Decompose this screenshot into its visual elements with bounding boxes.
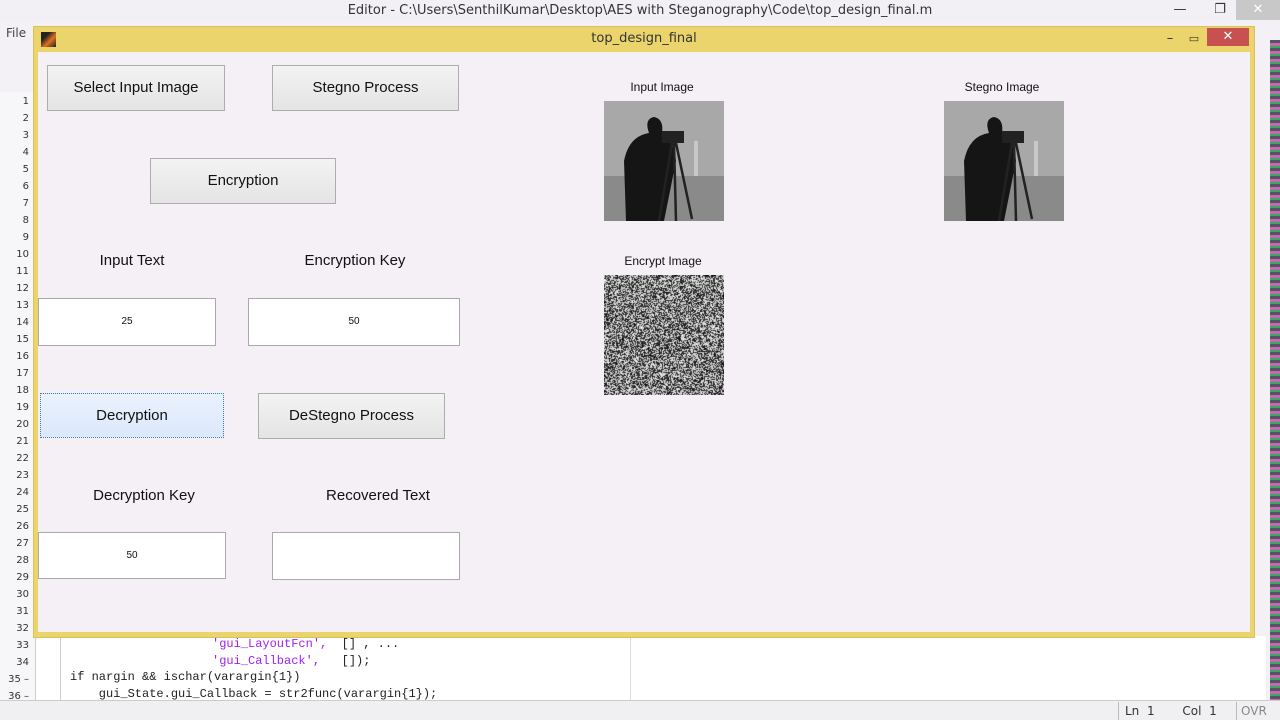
input-image bbox=[604, 101, 724, 221]
decryption-button[interactable]: Decryption bbox=[40, 393, 224, 438]
line-number: 34 bbox=[16, 657, 29, 668]
line-number: 17 bbox=[16, 368, 29, 379]
code-string: 'gui_LayoutFcn', bbox=[212, 637, 327, 651]
line-number: 19 bbox=[16, 402, 29, 413]
line-number: 2 bbox=[23, 113, 29, 124]
matlab-icon bbox=[41, 32, 56, 47]
encryption-key-field[interactable]: 50 bbox=[248, 298, 460, 346]
input-image-label: Input Image bbox=[582, 80, 742, 94]
code-line-35: if nargin && ischar(varargin{1}) bbox=[70, 670, 300, 684]
editor-title-bar: Editor - C:\Users\SenthilKumar\Desktop\A… bbox=[0, 0, 1280, 22]
ln-value: 1 bbox=[1147, 704, 1155, 718]
line-number: 7 bbox=[23, 198, 29, 209]
encrypt-image-label: Encrypt Image bbox=[583, 254, 743, 268]
line-number: 24 bbox=[16, 487, 29, 498]
line-number: 27 bbox=[16, 538, 29, 549]
line-number: 18 bbox=[16, 385, 29, 396]
figure-title-bar: top_design_final – ▭ ✕ bbox=[34, 27, 1254, 51]
line-number: 1 bbox=[23, 96, 29, 107]
stegno-image-label: Stegno Image bbox=[922, 80, 1082, 94]
stegno-process-button[interactable]: Stegno Process bbox=[272, 65, 459, 111]
code-text: [] , ... bbox=[327, 637, 399, 651]
select-input-image-button[interactable]: Select Input Image bbox=[47, 65, 225, 111]
input-text-label: Input Text bbox=[32, 252, 232, 269]
line-number: 5 bbox=[23, 164, 29, 175]
line-number: 16 bbox=[16, 351, 29, 362]
ovr-indicator: OVR bbox=[1236, 702, 1267, 720]
figure-window: top_design_final – ▭ ✕ Select Input Imag… bbox=[33, 26, 1255, 638]
encrypt-image bbox=[604, 275, 724, 395]
background-strip bbox=[1270, 40, 1280, 700]
line-number: 22 bbox=[16, 453, 29, 464]
line-number: 20 bbox=[16, 419, 29, 430]
figure-title: top_design_final bbox=[591, 31, 696, 46]
line-number: 23 bbox=[16, 470, 29, 481]
ln-label: Ln bbox=[1125, 704, 1139, 718]
code-text: []); bbox=[320, 654, 370, 668]
menu-file[interactable]: File bbox=[0, 22, 36, 44]
minimize-button[interactable]: — bbox=[1160, 0, 1200, 20]
line-number: 14 bbox=[16, 317, 29, 328]
recovered-text-field[interactable] bbox=[272, 532, 460, 580]
line-number: 30 bbox=[16, 589, 29, 600]
line-number: 35 – bbox=[8, 674, 29, 685]
line-number: 26 bbox=[16, 521, 29, 532]
line-number: 15 bbox=[16, 334, 29, 345]
figure-content: Select Input Image Stegno Process Encryp… bbox=[38, 52, 1250, 632]
figure-minimize-button[interactable]: – bbox=[1160, 27, 1180, 51]
line-number: 3 bbox=[23, 130, 29, 141]
line-number: 9 bbox=[23, 232, 29, 243]
line-number: 11 bbox=[16, 266, 29, 277]
line-number: 10 bbox=[16, 249, 29, 260]
encryption-button[interactable]: Encryption bbox=[150, 158, 336, 204]
recovered-text-label: Recovered Text bbox=[278, 487, 478, 504]
decryption-key-label: Decryption Key bbox=[44, 487, 244, 504]
line-number: 29 bbox=[16, 572, 29, 583]
line-number: 13 bbox=[16, 300, 29, 311]
line-number: 4 bbox=[23, 147, 29, 158]
line-number: 25 bbox=[16, 504, 29, 515]
line-number: 12 bbox=[16, 283, 29, 294]
decryption-key-field[interactable]: 50 bbox=[38, 532, 226, 579]
line-number: 28 bbox=[16, 555, 29, 566]
line-number: 21 bbox=[16, 436, 29, 447]
col-value: 1 bbox=[1209, 704, 1217, 718]
col-label: Col bbox=[1182, 704, 1201, 718]
destegno-process-button[interactable]: DeStegno Process bbox=[258, 393, 445, 439]
line-number: 31 bbox=[16, 606, 29, 617]
status-bar: Ln 1 Col 1 OVR bbox=[0, 700, 1280, 720]
code-string: 'gui_Callback', bbox=[212, 654, 320, 668]
stegno-image bbox=[944, 101, 1064, 221]
code-area[interactable]: 'gui_LayoutFcn', [] , ... 'gui_Callback'… bbox=[36, 636, 1266, 700]
line-number-gutter: 1 2 3 4 5 6 7 8 9 10 11 12 13 14 15 16 17 18 19 20 21 22 23 24 2… bbox=[0, 92, 36, 700]
encryption-key-label: Encryption Key bbox=[255, 252, 455, 269]
line-number: 6 bbox=[23, 181, 29, 192]
line-number: 32 bbox=[16, 623, 29, 634]
line-number: 33 bbox=[16, 640, 29, 651]
figure-close-button[interactable]: ✕ bbox=[1207, 28, 1249, 46]
restore-button[interactable]: ❐ bbox=[1200, 0, 1240, 20]
input-text-field[interactable]: 25 bbox=[38, 298, 216, 346]
code-line-36: gui_State.gui_Callback = str2func(vararg… bbox=[70, 687, 437, 701]
line-number: 8 bbox=[23, 215, 29, 226]
editor-title: Editor - C:\Users\SenthilKumar\Desktop\A… bbox=[348, 3, 933, 18]
close-button[interactable]: ✕ bbox=[1236, 0, 1280, 20]
figure-maximize-button[interactable]: ▭ bbox=[1184, 27, 1204, 51]
